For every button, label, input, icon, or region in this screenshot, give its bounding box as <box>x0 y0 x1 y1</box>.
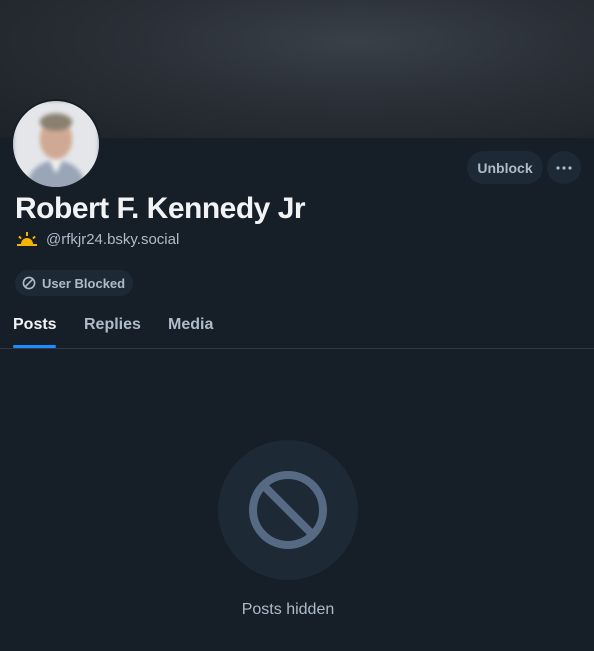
ellipsis-icon <box>556 165 572 170</box>
sunrise-icon <box>17 232 37 246</box>
avatar[interactable] <box>11 99 101 189</box>
unblock-button[interactable]: Unblock <box>467 151 543 184</box>
active-tab-indicator <box>13 345 56 348</box>
user-blocked-badge: User Blocked <box>15 270 133 296</box>
more-options-button[interactable] <box>547 151 581 184</box>
handle-row: @rfkjr24.bsky.social <box>16 229 179 249</box>
profile-tabs: Posts Replies Media <box>0 306 594 349</box>
handle-text[interactable]: @rfkjr24.bsky.social <box>46 231 179 248</box>
empty-state-icon-container <box>218 440 358 580</box>
display-name: Robert F. Kennedy Jr <box>15 192 306 225</box>
tab-posts[interactable]: Posts <box>13 316 57 334</box>
blocked-circle-icon <box>22 276 36 290</box>
avatar-image <box>13 101 99 187</box>
tab-replies[interactable]: Replies <box>84 316 141 334</box>
prohibited-icon <box>249 471 327 549</box>
empty-state-message: Posts hidden <box>241 601 335 618</box>
tab-media[interactable]: Media <box>168 316 213 334</box>
badge-label: User Blocked <box>42 275 126 291</box>
